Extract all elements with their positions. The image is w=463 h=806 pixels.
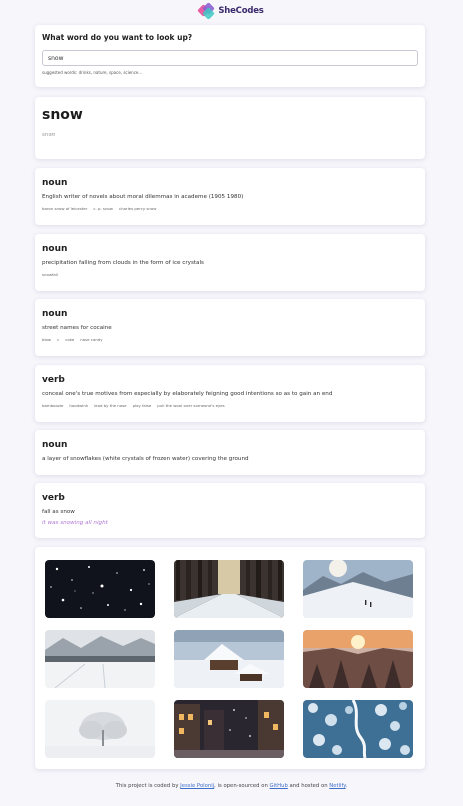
part-of-speech: noun <box>42 244 68 254</box>
synonym: blow <box>42 337 52 342</box>
part-of-speech: verb <box>42 493 65 503</box>
snowy-forest-road-photo[interactable] <box>174 560 284 618</box>
search-input[interactable] <box>42 50 418 66</box>
definition-text: street names for cocaine <box>42 325 112 331</box>
meaning-card: verb fall as snow it was snowing all nig… <box>35 483 425 538</box>
footer-text: and hosted on <box>287 783 330 789</box>
part-of-speech: noun <box>42 309 68 319</box>
snowflakes-night-photo[interactable] <box>45 560 155 618</box>
synonym: c. p. snow <box>93 206 113 211</box>
meaning-card: noun a layer of snowflakes (white crysta… <box>35 430 425 475</box>
synonyms-list: baron snow of leicester c. p. snow charl… <box>42 206 418 211</box>
definition-text: conceal one's true motives from especial… <box>42 391 333 397</box>
word-header-card: snow snəʊ <box>35 97 425 159</box>
synonym: bamboozle <box>42 403 64 408</box>
definition-text: precipitation falling from clouds in the… <box>42 260 204 266</box>
photo-grid <box>45 560 413 758</box>
part-of-speech: verb <box>42 375 65 385</box>
meaning-card: verb conceal one's true motives from esp… <box>35 365 425 422</box>
shecodes-logo-icon <box>197 1 216 20</box>
netlify-link[interactable]: Netlify <box>329 783 345 789</box>
synonym: hoodwink <box>69 403 89 408</box>
meaning-card: noun English writer of novels about mora… <box>35 168 425 225</box>
footer-text: . <box>345 783 348 789</box>
synonyms-list: snowfall <box>42 272 418 277</box>
aerial-snowy-forest-photo[interactable] <box>303 700 413 758</box>
synonym: lead by the nose <box>94 403 127 408</box>
synonyms-list: blow c coke nose candy <box>42 337 418 342</box>
snow-covered-cabin-photo[interactable] <box>174 630 284 688</box>
part-of-speech: noun <box>42 178 68 188</box>
footer-text: This project is coded by <box>115 783 181 789</box>
synonym: c <box>57 337 60 342</box>
search-hint: suggested words: drinks, nature, space, … <box>42 70 143 75</box>
author-link[interactable]: Jessie Polonij <box>180 783 214 789</box>
synonyms-list: bamboozle hoodwink lead by the nose play… <box>42 403 418 408</box>
synonym: pull the wool over someone's eyes <box>157 403 225 408</box>
example-text: it was snowing all night <box>42 520 108 526</box>
snowy-mountain-skiers-photo[interactable] <box>303 560 413 618</box>
synonym: nose candy <box>80 337 103 342</box>
definition-text: English writer of novels about moral dil… <box>42 194 244 200</box>
sunset-snowy-forest-photo[interactable] <box>303 630 413 688</box>
github-link[interactable]: GitHub <box>270 783 288 789</box>
definition-text: fall as snow <box>42 509 75 515</box>
synonym: snowfall <box>42 272 58 277</box>
snowy-field-mountains-photo[interactable] <box>45 630 155 688</box>
footer: This project is coded by Jessie Polonij,… <box>0 783 463 789</box>
brand-logo[interactable]: SheCodes <box>0 0 463 20</box>
synonym: charles percy snow <box>119 206 157 211</box>
search-card: What word do you want to look up? sugges… <box>35 25 425 87</box>
meaning-card: noun street names for cocaine blow c cok… <box>35 299 425 356</box>
synonym: baron snow of leicester <box>42 206 88 211</box>
snowy-city-street-photo[interactable] <box>174 700 284 758</box>
photos-card <box>35 547 425 769</box>
footer-text: , is open-sourced on <box>214 783 270 789</box>
page: SheCodes What word do you want to look u… <box>0 0 463 806</box>
brand-name: SheCodes <box>218 5 264 16</box>
synonym: play false <box>132 403 152 408</box>
meaning-card: noun precipitation falling from clouds i… <box>35 234 425 291</box>
search-title: What word do you want to look up? <box>42 33 193 42</box>
definition-text: a layer of snowflakes (white crystals of… <box>42 456 249 462</box>
frosted-tree-fog-photo[interactable] <box>45 700 155 758</box>
part-of-speech: noun <box>42 440 68 450</box>
word-title: snow <box>42 107 83 123</box>
phonetic-text: snəʊ <box>42 132 56 138</box>
synonym: coke <box>65 337 75 342</box>
